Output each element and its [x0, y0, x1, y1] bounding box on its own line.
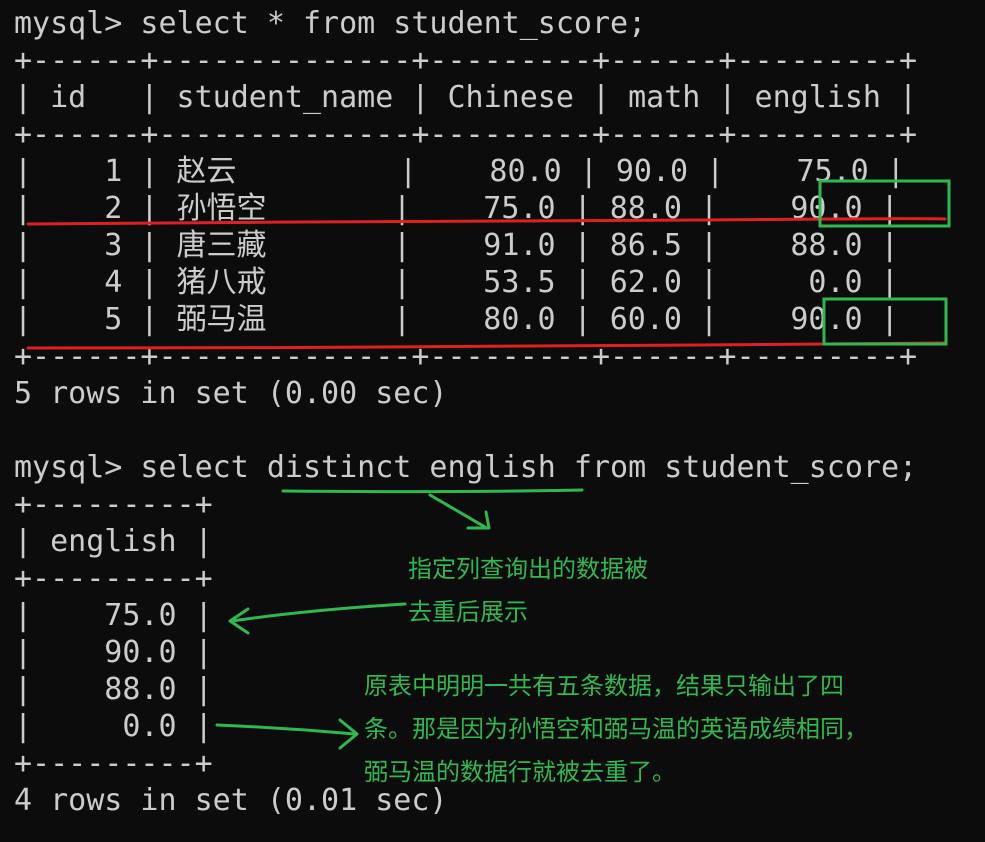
- red-underline-row5: [26, 341, 947, 350]
- red-underline-row2: [26, 217, 947, 226]
- arrow-to-result-icon: [228, 602, 407, 635]
- annotation-overlay: [26, 179, 951, 750]
- highlight-box-row5-english: [822, 297, 948, 346]
- arrow-to-note1-icon: [428, 493, 491, 530]
- arrow-to-note2-icon: [215, 718, 359, 750]
- green-underline-distinct: [281, 488, 584, 494]
